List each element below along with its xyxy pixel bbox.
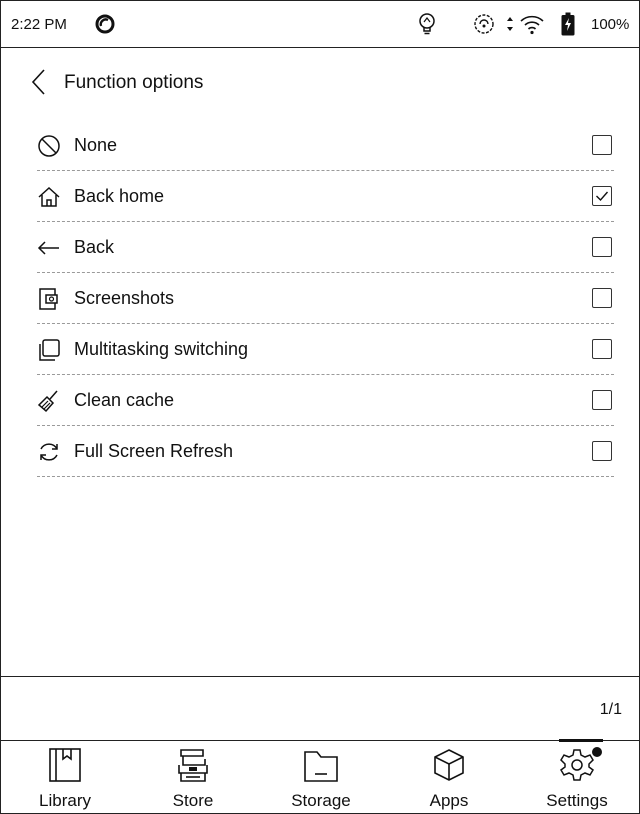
refresh-icon xyxy=(40,443,58,461)
page-indicator: 1/1 xyxy=(599,701,622,718)
option-label: Clean cache xyxy=(74,390,175,410)
option-label: Multitasking switching xyxy=(74,339,249,359)
bulb-icon xyxy=(419,13,435,35)
option-checkbox[interactable] xyxy=(592,339,612,359)
option-checkbox[interactable] xyxy=(592,237,612,257)
page-title: Function options xyxy=(64,72,204,93)
option-full-screen-refresh[interactable]: Full Screen Refresh xyxy=(37,426,614,477)
divider xyxy=(1,676,639,677)
status-bar: 2:22 PM 100% xyxy=(1,1,639,48)
option-back[interactable]: Back xyxy=(37,222,614,273)
wifi-icon xyxy=(520,15,544,35)
ring-icon xyxy=(95,14,115,34)
notification-dot xyxy=(592,747,602,757)
arrow-left-icon xyxy=(37,241,59,255)
bottom-nav: Library Store Storage Apps Settings xyxy=(1,739,640,813)
option-label: None xyxy=(74,135,118,155)
nav-store[interactable]: Store xyxy=(129,741,257,813)
nav-label: Store xyxy=(172,791,214,810)
option-screenshots[interactable]: Screenshots xyxy=(37,273,614,324)
checkmark-icon xyxy=(596,191,609,202)
option-label: Back home xyxy=(74,186,165,206)
option-checkbox[interactable] xyxy=(592,441,612,461)
arrows-icon xyxy=(507,17,513,31)
option-back-home[interactable]: Back home xyxy=(37,171,614,222)
home-icon xyxy=(38,186,60,207)
option-multitasking-switching[interactable]: Multitasking switching xyxy=(37,324,614,375)
function-options-list: None Back home Back Screenshots Multitas… xyxy=(37,120,614,477)
nav-library[interactable]: Library xyxy=(1,741,129,813)
option-label: Back xyxy=(74,237,115,257)
option-checkbox[interactable] xyxy=(592,390,612,410)
battery-icon xyxy=(561,12,575,36)
nav-label: Apps xyxy=(429,791,469,810)
library-icon xyxy=(49,748,81,782)
option-none[interactable]: None xyxy=(37,120,614,171)
nav-label: Storage xyxy=(291,791,351,810)
screenshot-icon xyxy=(39,288,58,310)
chevron-left-icon[interactable] xyxy=(30,68,46,96)
nav-storage[interactable]: Storage xyxy=(257,741,385,813)
gear-icon xyxy=(560,749,594,781)
multitask-icon xyxy=(39,339,60,361)
option-label: Screenshots xyxy=(74,288,175,308)
status-time: 2:22 PM xyxy=(11,16,67,33)
nav-label: Settings xyxy=(546,791,608,810)
store-icon xyxy=(178,749,208,782)
none-icon xyxy=(38,135,60,157)
folder-icon xyxy=(304,751,338,782)
nav-apps[interactable]: Apps xyxy=(385,741,513,813)
battery-percent: 100% xyxy=(591,16,630,33)
nav-settings[interactable]: Settings xyxy=(513,741,640,813)
option-checkbox[interactable] xyxy=(592,288,612,308)
sync-icon xyxy=(474,14,494,34)
option-label: Full Screen Refresh xyxy=(74,441,234,461)
option-checkbox[interactable] xyxy=(592,135,612,155)
broom-icon xyxy=(37,390,58,413)
nav-label: Library xyxy=(39,791,91,810)
cube-icon xyxy=(434,749,464,781)
option-clean-cache[interactable]: Clean cache xyxy=(37,375,614,426)
option-checkbox-checked[interactable] xyxy=(592,186,612,206)
